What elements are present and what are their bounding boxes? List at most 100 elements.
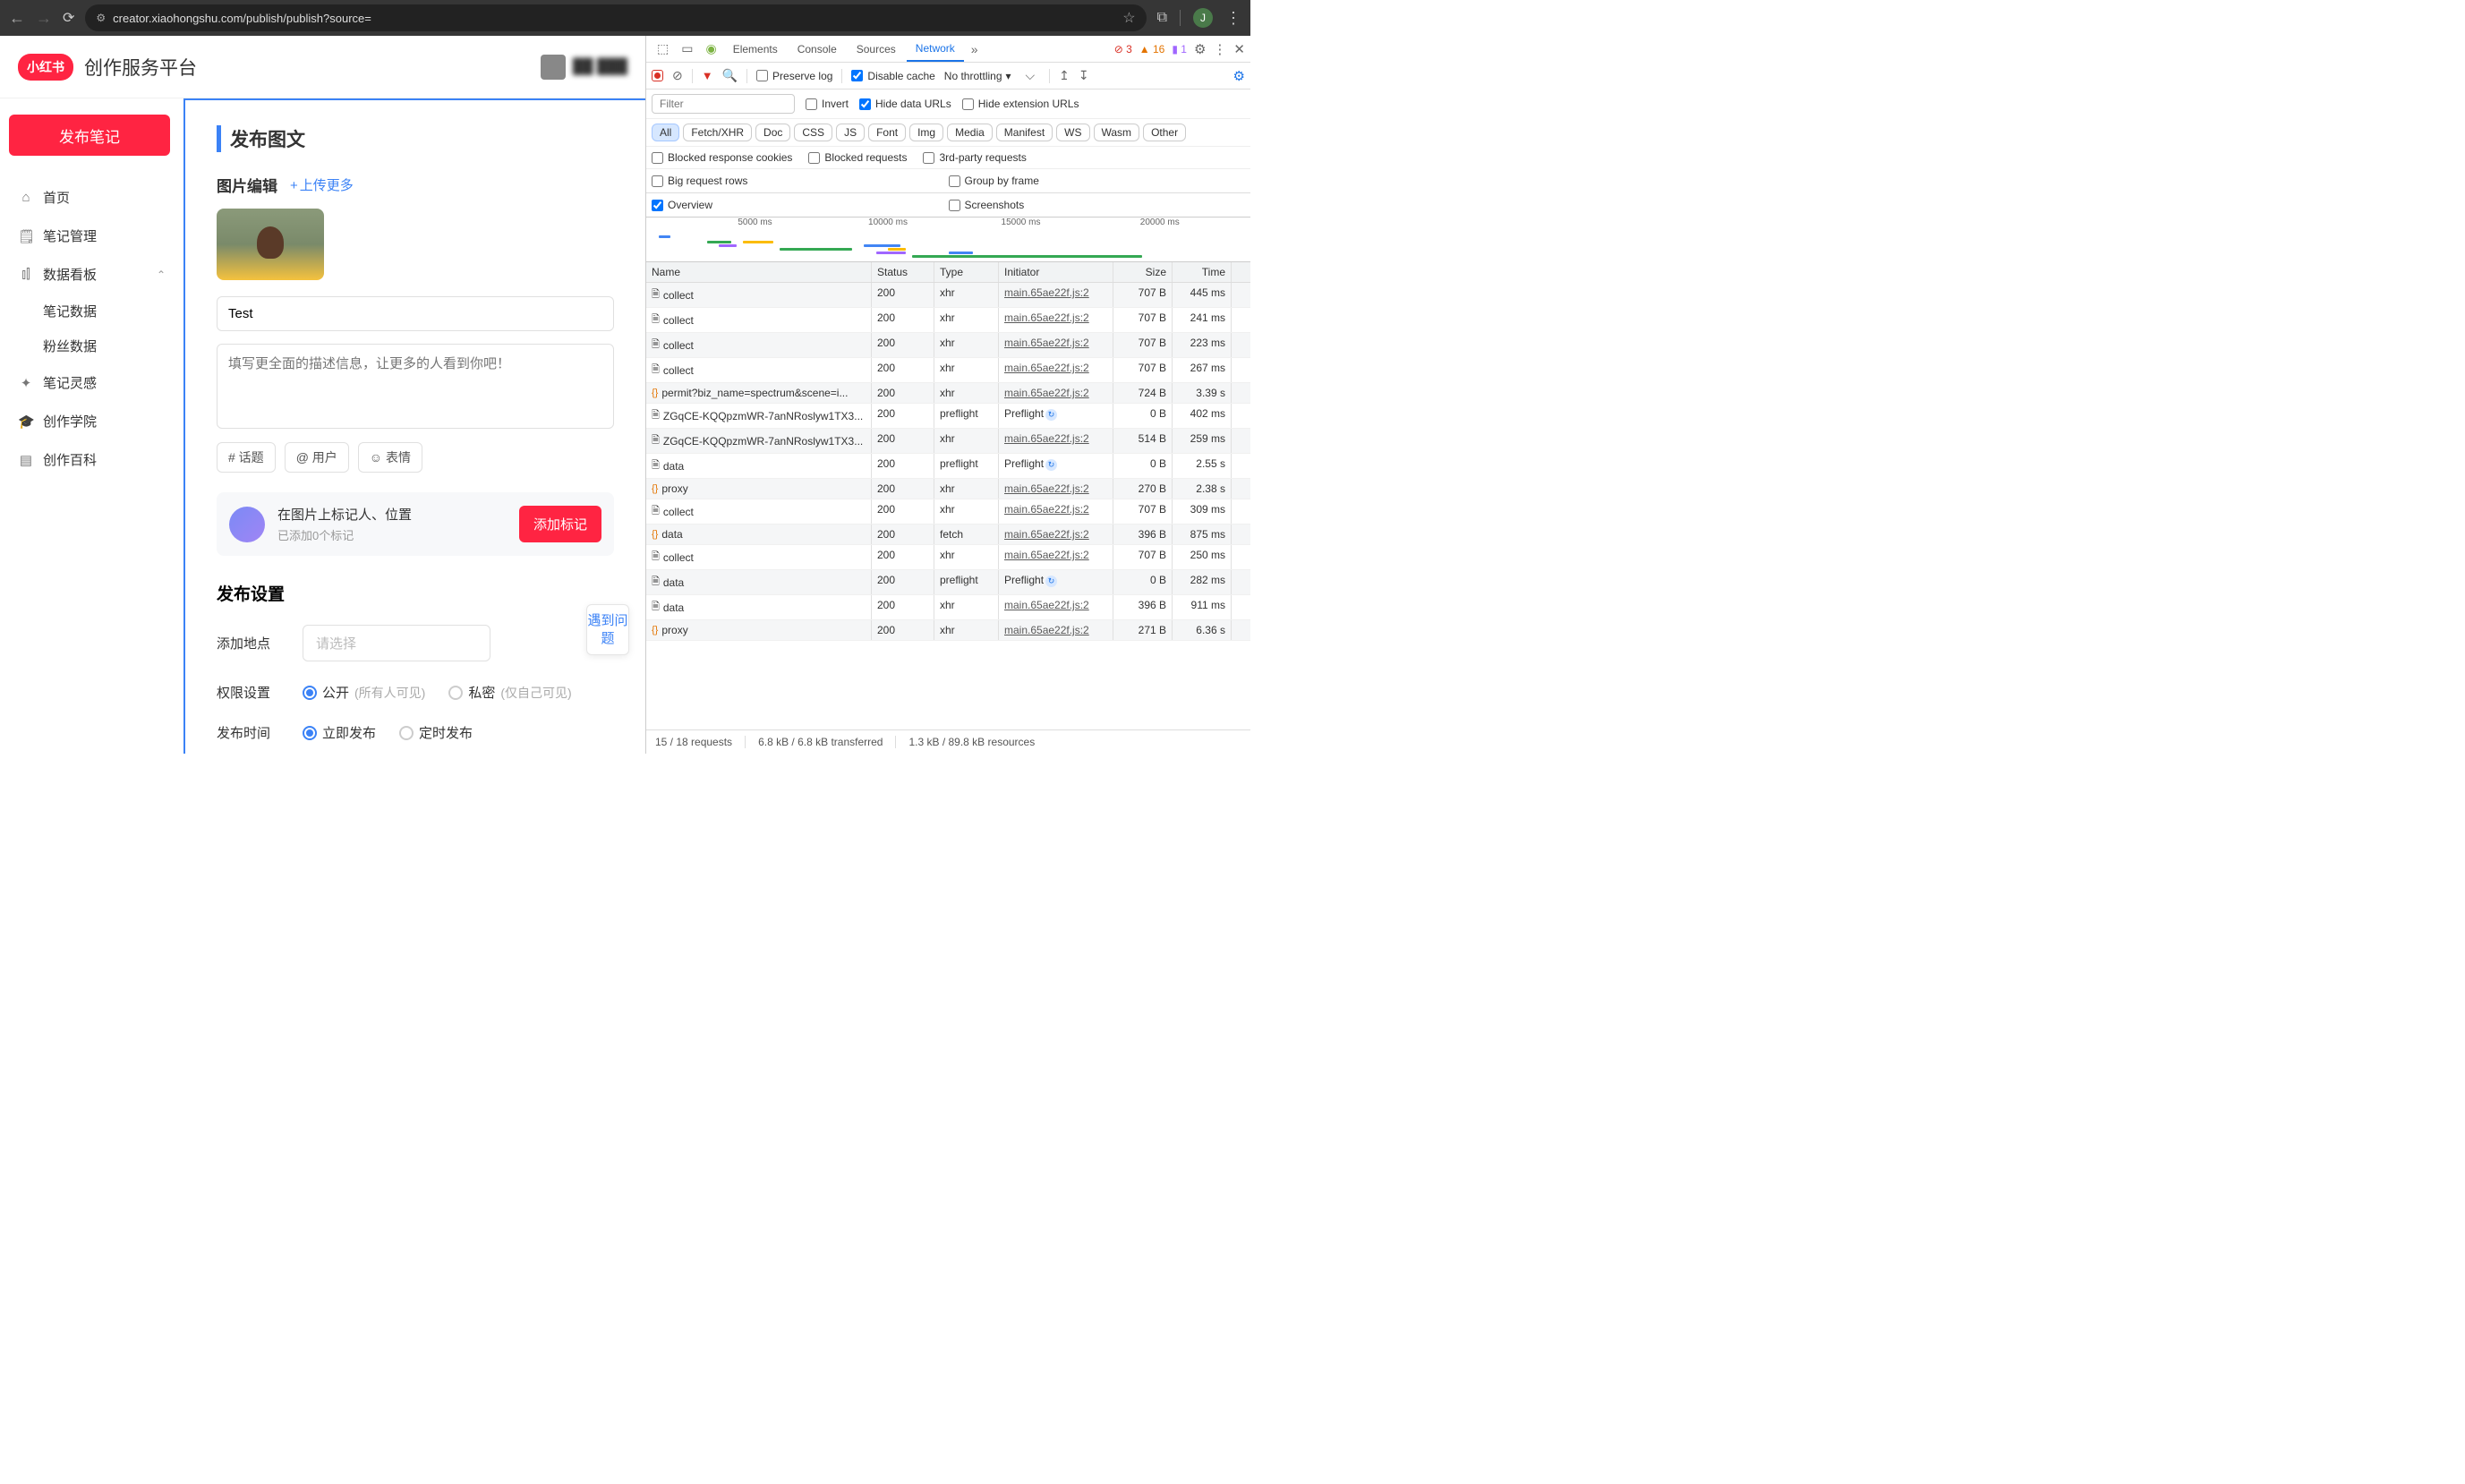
table-row[interactable]: 🗎collect200xhrmain.65ae22f.js:2707 B223 … bbox=[646, 333, 1250, 358]
warning-count[interactable]: ▲ 16 bbox=[1139, 43, 1165, 55]
upload-more-link[interactable]: +上传更多 bbox=[290, 175, 354, 194]
radio-scheduled[interactable]: 定时发布 bbox=[399, 723, 473, 742]
filter-chip[interactable]: WS bbox=[1056, 124, 1089, 141]
preserve-log-checkbox[interactable]: Preserve log bbox=[756, 70, 832, 82]
group-by-frame-checkbox[interactable]: Group by frame bbox=[949, 175, 1039, 187]
sidebar-sub-note-data[interactable]: 笔记数据 bbox=[9, 294, 175, 328]
request-initiator[interactable]: main.65ae22f.js:2 bbox=[999, 595, 1113, 619]
sidebar-item-wiki[interactable]: ▤创作百科 bbox=[9, 440, 175, 479]
table-row[interactable]: 🗎ZGqCE-KQQpzmWR-7anNRoslyw1TX3...200xhrm… bbox=[646, 429, 1250, 454]
third-party-checkbox[interactable]: 3rd-party requests bbox=[923, 151, 1026, 164]
record-icon[interactable] bbox=[652, 70, 663, 81]
filter-chip[interactable]: Font bbox=[868, 124, 906, 141]
filter-chip[interactable]: Fetch/XHR bbox=[683, 124, 752, 141]
filter-chip[interactable]: Img bbox=[909, 124, 943, 141]
bookmark-star-icon[interactable]: ☆ bbox=[1122, 9, 1135, 27]
table-row[interactable]: {}permit?biz_name=spectrum&scene=i...200… bbox=[646, 383, 1250, 404]
site-info-icon[interactable]: ⚙ bbox=[96, 12, 106, 24]
filter-chip[interactable]: Wasm bbox=[1094, 124, 1140, 141]
clear-icon[interactable]: ⊘ bbox=[672, 68, 683, 83]
col-size[interactable]: Size bbox=[1113, 262, 1173, 282]
sidebar-item-dashboard[interactable]: ⫾⫿数据看板⌃ bbox=[9, 255, 175, 294]
request-initiator[interactable]: main.65ae22f.js:2 bbox=[999, 525, 1113, 544]
inspect-icon[interactable]: ⬚ bbox=[652, 41, 674, 56]
close-icon[interactable]: ✕ bbox=[1233, 41, 1245, 57]
location-select[interactable]: 请选择 bbox=[303, 625, 490, 661]
table-row[interactable]: 🗎data200preflightPreflight↻0 B282 ms bbox=[646, 570, 1250, 595]
vue-icon[interactable]: ◉ bbox=[700, 41, 721, 56]
invert-checkbox[interactable]: Invert bbox=[806, 98, 849, 110]
forward-button[interactable]: → bbox=[36, 9, 52, 28]
request-initiator[interactable]: main.65ae22f.js:2 bbox=[999, 283, 1113, 307]
wifi-icon[interactable]: ⌵ bbox=[1020, 68, 1041, 83]
download-icon[interactable]: ↧ bbox=[1079, 68, 1089, 83]
extensions-icon[interactable]: ⧉ bbox=[1157, 10, 1167, 26]
request-initiator[interactable]: Preflight↻ bbox=[999, 570, 1113, 594]
request-initiator[interactable]: main.65ae22f.js:2 bbox=[999, 383, 1113, 403]
title-input[interactable] bbox=[217, 296, 614, 331]
filter-chip[interactable]: Manifest bbox=[996, 124, 1053, 141]
url-bar[interactable]: ⚙ creator.xiaohongshu.com/publish/publis… bbox=[85, 4, 1146, 31]
table-row[interactable]: 🗎data200xhrmain.65ae22f.js:2396 B911 ms bbox=[646, 595, 1250, 620]
devtools-menu-icon[interactable]: ⋮ bbox=[1213, 41, 1226, 57]
description-input[interactable] bbox=[217, 344, 614, 429]
upload-icon[interactable]: ↥ bbox=[1059, 68, 1070, 83]
radio-private[interactable]: 私密(仅自己可见) bbox=[448, 683, 571, 702]
filter-chip[interactable]: CSS bbox=[794, 124, 832, 141]
logo[interactable]: 小红书 bbox=[18, 54, 73, 81]
sidebar-item-notes[interactable]: 🗒笔记管理 bbox=[9, 217, 175, 255]
sidebar-item-inspiration[interactable]: ✦笔记灵感 bbox=[9, 363, 175, 402]
tab-sources[interactable]: Sources bbox=[848, 36, 905, 62]
filter-chip[interactable]: Doc bbox=[755, 124, 790, 141]
throttling-select[interactable]: No throttling ▾ bbox=[944, 70, 1011, 82]
mention-button[interactable]: @ 用户 bbox=[285, 442, 349, 473]
big-rows-checkbox[interactable]: Big request rows bbox=[652, 175, 747, 187]
table-row[interactable]: 🗎collect200xhrmain.65ae22f.js:2707 B267 … bbox=[646, 358, 1250, 383]
tab-elements[interactable]: Elements bbox=[724, 36, 787, 62]
table-row[interactable]: 🗎collect200xhrmain.65ae22f.js:2707 B445 … bbox=[646, 283, 1250, 308]
topic-button[interactable]: # 话题 bbox=[217, 442, 276, 473]
request-initiator[interactable]: main.65ae22f.js:2 bbox=[999, 479, 1113, 499]
publish-button[interactable]: 发布笔记 bbox=[9, 115, 170, 156]
image-thumbnail[interactable] bbox=[217, 209, 324, 280]
request-initiator[interactable]: Preflight↻ bbox=[999, 454, 1113, 478]
col-name[interactable]: Name bbox=[646, 262, 872, 282]
help-button[interactable]: 遇到问题 bbox=[586, 604, 629, 655]
user-menu[interactable]: ██ ███ bbox=[541, 55, 627, 80]
table-row[interactable]: {}proxy200xhrmain.65ae22f.js:2270 B2.38 … bbox=[646, 479, 1250, 499]
filter-input[interactable] bbox=[652, 94, 795, 114]
hide-data-urls-checkbox[interactable]: Hide data URLs bbox=[859, 98, 951, 110]
add-mark-button[interactable]: 添加标记 bbox=[519, 506, 601, 542]
col-initiator[interactable]: Initiator bbox=[999, 262, 1113, 282]
overview-checkbox[interactable]: Overview bbox=[652, 199, 712, 211]
network-settings-icon[interactable]: ⚙ bbox=[1233, 68, 1245, 84]
table-row[interactable]: 🗎ZGqCE-KQQpzmWR-7anNRoslyw1TX3...200pref… bbox=[646, 404, 1250, 429]
blocked-requests-checkbox[interactable]: Blocked requests bbox=[808, 151, 907, 164]
screenshots-checkbox[interactable]: Screenshots bbox=[949, 199, 1025, 211]
table-row[interactable]: {}proxy200xhrmain.65ae22f.js:2271 B6.36 … bbox=[646, 620, 1250, 641]
disable-cache-checkbox[interactable]: Disable cache bbox=[851, 70, 934, 82]
col-type[interactable]: Type bbox=[934, 262, 999, 282]
error-count[interactable]: ⊘ 3 bbox=[1114, 43, 1132, 55]
request-initiator[interactable]: main.65ae22f.js:2 bbox=[999, 358, 1113, 382]
sidebar-sub-fans-data[interactable]: 粉丝数据 bbox=[9, 328, 175, 363]
network-timeline[interactable]: 5000 ms 10000 ms 15000 ms 20000 ms bbox=[646, 217, 1250, 262]
request-initiator[interactable]: main.65ae22f.js:2 bbox=[999, 333, 1113, 357]
sidebar-item-home[interactable]: ⌂首页 bbox=[9, 178, 175, 217]
table-row[interactable]: 🗎collect200xhrmain.65ae22f.js:2707 B309 … bbox=[646, 499, 1250, 525]
table-row[interactable]: 🗎collect200xhrmain.65ae22f.js:2707 B250 … bbox=[646, 545, 1250, 570]
request-initiator[interactable]: main.65ae22f.js:2 bbox=[999, 620, 1113, 640]
radio-now[interactable]: 立即发布 bbox=[303, 723, 376, 742]
filter-icon[interactable]: ▼ bbox=[702, 69, 713, 82]
col-status[interactable]: Status bbox=[872, 262, 934, 282]
table-row[interactable]: {}data200fetchmain.65ae22f.js:2396 B875 … bbox=[646, 525, 1250, 545]
emoji-button[interactable]: ☺ 表情 bbox=[358, 442, 422, 473]
more-tabs-icon[interactable]: » bbox=[966, 42, 984, 56]
request-initiator[interactable]: main.65ae22f.js:2 bbox=[999, 308, 1113, 332]
request-initiator[interactable]: Preflight↻ bbox=[999, 404, 1113, 428]
profile-avatar[interactable]: J bbox=[1193, 8, 1213, 28]
settings-icon[interactable]: ⚙ bbox=[1194, 41, 1206, 57]
search-icon[interactable]: 🔍 bbox=[722, 68, 738, 83]
col-time[interactable]: Time bbox=[1173, 262, 1232, 282]
table-row[interactable]: 🗎collect200xhrmain.65ae22f.js:2707 B241 … bbox=[646, 308, 1250, 333]
